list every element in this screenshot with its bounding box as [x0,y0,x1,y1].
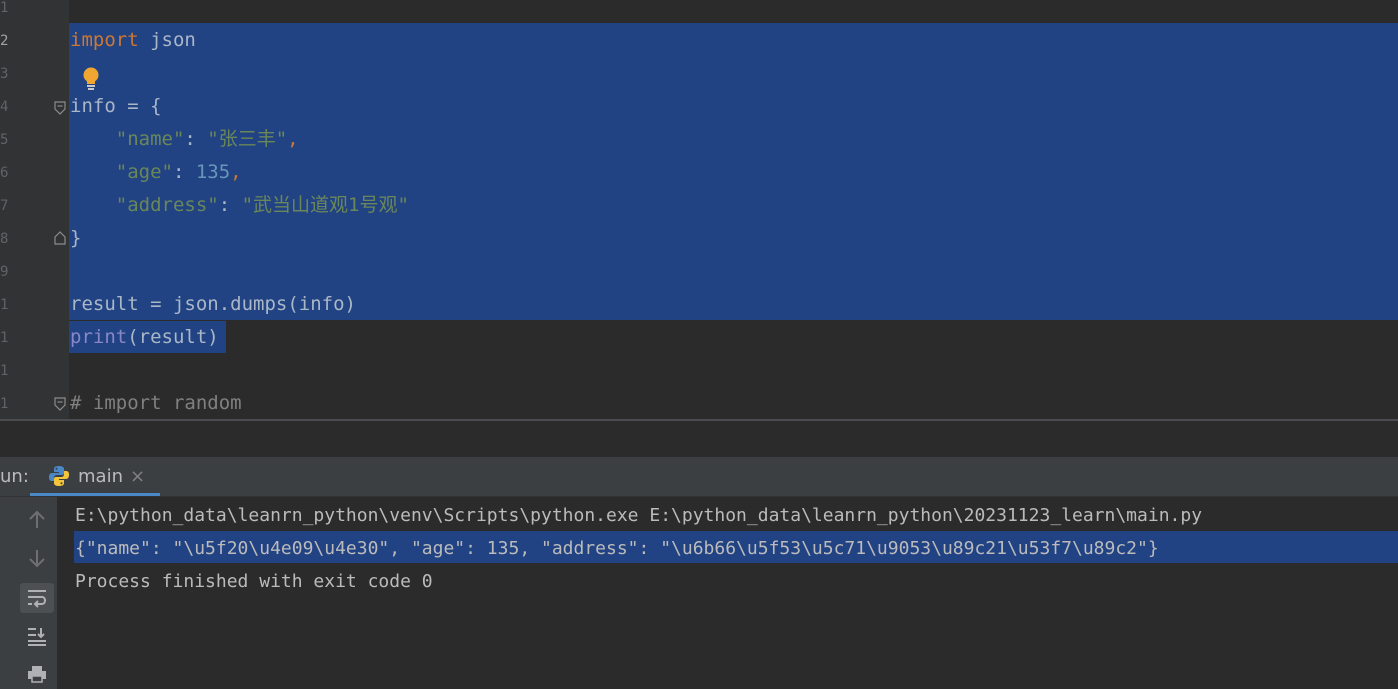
line-number: 5 [0,132,8,148]
text-selection [69,23,1398,320]
string-token: "age" [70,161,173,183]
run-panel-header: un: main × [0,457,1398,497]
number-token: 135 [195,161,231,183]
line-number: 2 [0,33,8,49]
code-token: (result) [127,326,219,348]
panel-gap [0,421,1398,457]
console-command-line: E:\python_data\leanrn_python\venv\Script… [75,505,1203,526]
punctuation-token: , [287,128,299,150]
line-number: 11 [0,330,8,346]
punctuation-token: , [230,161,242,183]
line-number: 3 [0,66,8,82]
code-line[interactable]: print(result) [70,321,219,354]
left-tool-strip [0,497,14,689]
tab-label: main [78,466,123,487]
code-token: } [70,227,82,249]
run-tab-main[interactable]: main × [30,457,160,496]
fold-marker-icon[interactable] [54,101,66,115]
close-icon[interactable]: × [130,457,145,496]
line-number: 7 [0,198,8,214]
scroll-to-end-icon[interactable] [20,621,54,651]
console-output[interactable]: E:\python_data\leanrn_python\venv\Script… [57,497,1398,689]
code-token: result = json.dumps(info) [70,293,356,315]
keyword-token: import [70,29,139,51]
code-line[interactable]: info = { [70,90,162,123]
print-icon[interactable] [20,659,54,689]
arrow-up-icon[interactable] [20,505,54,535]
line-number: 1 [0,0,8,16]
line-number: 9 [0,264,8,280]
code-token: json [138,29,196,51]
line-number: 13 [0,396,8,412]
code-editor[interactable]: 1 2 3 4 5 6 7 8 9 10 11 12 13 import jso… [0,0,1398,420]
line-number: 4 [0,99,8,115]
lightbulb-icon[interactable] [80,66,102,92]
string-token: "张三丰" [207,128,288,150]
code-line[interactable]: # import random [70,387,242,420]
builtin-token: print [70,326,128,348]
string-token: "address" [70,194,219,216]
code-line[interactable]: "age": 135, [70,156,242,189]
code-token: : [218,194,242,216]
fold-marker-icon[interactable] [54,397,66,411]
fold-end-marker-icon[interactable] [54,231,66,245]
comment-token: # import random [70,392,242,414]
editor-gutter [0,0,69,420]
code-token: : [184,128,208,150]
code-line[interactable]: } [70,222,81,255]
python-icon [49,466,69,486]
console-output-line: {"name": "\u5f20\u4e09\u4e30", "age": 13… [75,538,1159,559]
soft-wrap-icon[interactable] [20,583,54,613]
line-number: 12 [0,363,8,379]
console-exit-line: Process finished with exit code 0 [75,571,433,592]
line-number: 8 [0,231,8,247]
code-line[interactable]: "name": "张三丰", [70,123,299,156]
arrow-down-icon[interactable] [20,543,54,573]
active-tab-indicator [30,493,160,496]
code-line[interactable]: import json [70,24,196,57]
string-token: "武当山道观1号观" [241,194,409,216]
line-number: 10 [0,297,8,313]
code-line[interactable]: "address": "武当山道观1号观" [70,189,409,222]
code-line[interactable]: result = json.dumps(info) [70,288,356,321]
code-token: info = { [70,95,162,117]
string-token: "name" [70,128,185,150]
code-token: : [172,161,196,183]
run-panel-label: un: [0,466,29,487]
line-number: 6 [0,165,8,181]
